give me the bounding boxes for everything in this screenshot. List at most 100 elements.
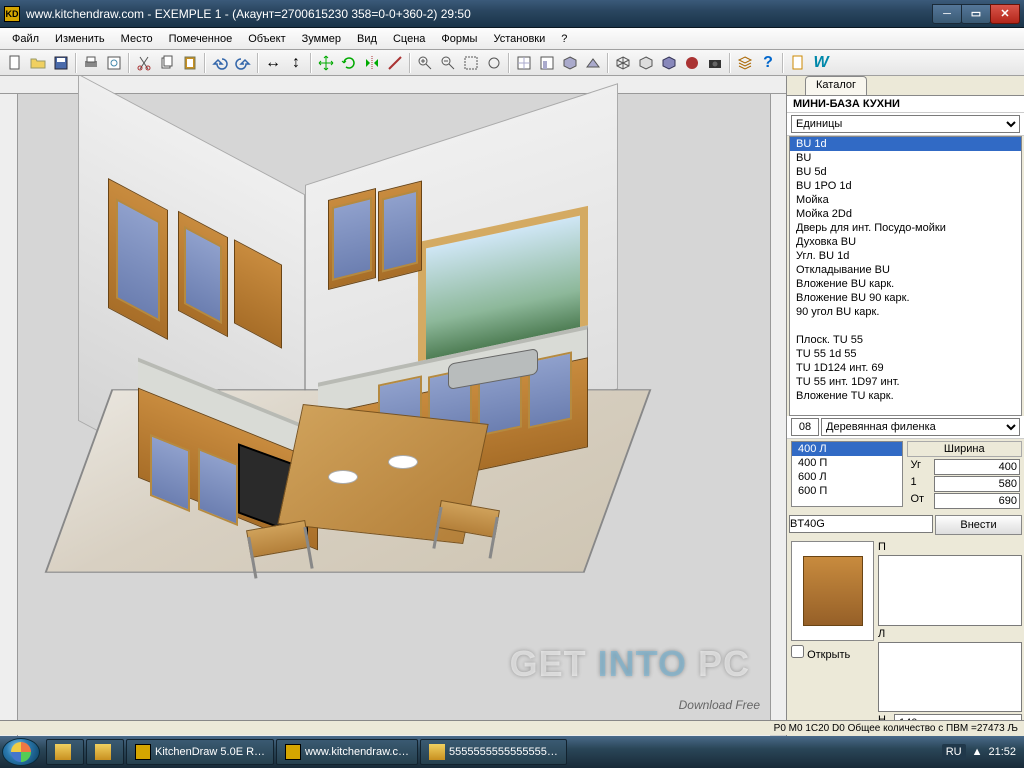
preview-icon[interactable] (103, 52, 125, 74)
language-indicator[interactable]: RU (942, 744, 966, 760)
taskbar-item[interactable] (86, 739, 124, 765)
catalog-item[interactable]: BU (790, 151, 1021, 165)
move-icon[interactable] (315, 52, 337, 74)
tab-catalog[interactable]: Каталог (805, 76, 867, 95)
camera-icon[interactable] (704, 52, 726, 74)
maximize-button[interactable]: ▭ (961, 4, 991, 24)
render-area[interactable]: GET INTO PC Download Free (18, 94, 770, 720)
finish-code-input[interactable] (791, 418, 819, 436)
scrollbar-vertical[interactable] (770, 94, 786, 720)
view-elevation-icon[interactable] (536, 52, 558, 74)
paste-icon[interactable] (179, 52, 201, 74)
open-checkbox[interactable]: Открыть (791, 649, 850, 661)
close-button[interactable]: ✕ (990, 4, 1020, 24)
taskbar-item[interactable]: KitchenDraw 5.0E R… (126, 739, 274, 765)
dim-ug-label: Уг (909, 459, 933, 475)
catalog-item[interactable]: BU 1PO 1d (790, 179, 1021, 193)
taskbar-item[interactable] (46, 739, 84, 765)
system-tray[interactable]: RU ▲ 21:52 (936, 744, 1022, 760)
catalog-item[interactable]: Откладывание BU (790, 263, 1021, 277)
catalog-item[interactable]: Дверь для инт. Посудо-мойки (790, 221, 1021, 235)
print-icon[interactable] (80, 52, 102, 74)
open-file-icon[interactable] (27, 52, 49, 74)
catalog-item[interactable]: Вложение BU 90 карк. (790, 291, 1021, 305)
catalog-item[interactable]: Мойка 2Dd (790, 207, 1021, 221)
zoom-out-icon[interactable] (437, 52, 459, 74)
menu-scene[interactable]: Сцена (385, 31, 433, 47)
render-shaded-icon[interactable] (658, 52, 680, 74)
size-item[interactable]: 400 П (792, 456, 902, 470)
window-titlebar: KD www.kitchendraw.com - EXEMPLE 1 - (Ак… (0, 0, 1024, 28)
help-icon[interactable]: ? (757, 52, 779, 74)
new-file-icon[interactable] (4, 52, 26, 74)
menu-view[interactable]: Вид (349, 31, 385, 47)
catalog-item[interactable]: Мойка (790, 193, 1021, 207)
menu-zoomer[interactable]: Зуммер (294, 31, 349, 47)
taskbar-item[interactable]: 5555555555555555… (420, 739, 567, 765)
view-plan-icon[interactable] (513, 52, 535, 74)
insert-button[interactable]: Внести (935, 515, 1022, 535)
catalog-item[interactable]: TU 55 инт. 1D97 инт. (790, 375, 1021, 389)
render-real-icon[interactable] (681, 52, 703, 74)
catalog-item[interactable]: Угл. BU 1d (790, 249, 1021, 263)
size-list[interactable]: 400 Л400 П600 Л600 П (791, 441, 903, 507)
measure-icon[interactable] (384, 52, 406, 74)
menu-object[interactable]: Объект (240, 31, 293, 47)
taskbar-item[interactable]: www.kitchendraw.c… (276, 739, 418, 765)
dim-1-input[interactable] (934, 476, 1021, 492)
size-item[interactable]: 600 Л (792, 470, 902, 484)
size-item[interactable]: 400 Л (792, 442, 902, 456)
catalog-item-list[interactable]: BU 1dBUBU 5dBU 1PO 1dМойкаМойка 2DdДверь… (789, 136, 1022, 416)
catalog-item[interactable]: BU 1d (790, 137, 1021, 151)
minimize-button[interactable]: ─ (932, 4, 962, 24)
tray-icon[interactable]: ▲ (972, 746, 983, 758)
field-p[interactable] (878, 555, 1022, 626)
doc-icon[interactable] (787, 52, 809, 74)
catalog-item[interactable] (790, 403, 1021, 416)
rotate-icon[interactable] (338, 52, 360, 74)
catalog-item[interactable]: Духовка BU (790, 235, 1021, 249)
render-hidden-icon[interactable] (635, 52, 657, 74)
size-item[interactable]: 600 П (792, 484, 902, 498)
mirror-icon[interactable] (361, 52, 383, 74)
save-icon[interactable] (50, 52, 72, 74)
copy-icon[interactable] (156, 52, 178, 74)
render-wire-icon[interactable] (612, 52, 634, 74)
menu-help[interactable]: ? (553, 31, 575, 47)
menu-edit[interactable]: Изменить (47, 31, 113, 47)
catalog-item[interactable]: TU 55 1d 55 (790, 347, 1021, 361)
viewport-3d[interactable]: GET INTO PC Download Free (0, 76, 786, 736)
catalog-item[interactable]: Вложение BU карк. (790, 277, 1021, 291)
dim-ot-input[interactable] (934, 493, 1021, 509)
dim-1-label: 1 (909, 476, 933, 492)
catalog-item[interactable]: Вложение TU карк. (790, 389, 1021, 403)
view-axon-icon[interactable] (559, 52, 581, 74)
dim-ug-input[interactable] (934, 459, 1021, 475)
zoom-in-icon[interactable] (414, 52, 436, 74)
menu-marked[interactable]: Помеченное (161, 31, 241, 47)
dimension-h-icon[interactable]: ↔ (262, 52, 284, 74)
web-icon[interactable]: W (810, 52, 832, 74)
finish-select[interactable]: Деревянная филенка (821, 418, 1020, 436)
menu-settings[interactable]: Установки (485, 31, 553, 47)
zoom-fit-icon[interactable] (483, 52, 505, 74)
zoom-window-icon[interactable] (460, 52, 482, 74)
catalog-item[interactable]: TU 1D124 инт. 69 (790, 361, 1021, 375)
redo-icon[interactable] (232, 52, 254, 74)
dimension-v-icon[interactable]: ↕ (285, 52, 307, 74)
menu-file[interactable]: Файл (4, 31, 47, 47)
view-perspective-icon[interactable] (582, 52, 604, 74)
start-button[interactable] (2, 738, 40, 766)
undo-icon[interactable] (209, 52, 231, 74)
catalog-item[interactable]: Плоск. TU 55 (790, 333, 1021, 347)
catalog-item[interactable]: BU 5d (790, 165, 1021, 179)
cut-icon[interactable] (133, 52, 155, 74)
menu-place[interactable]: Место (113, 31, 161, 47)
catalog-item[interactable] (790, 319, 1021, 333)
model-code-input[interactable] (789, 515, 933, 533)
catalog-item[interactable]: 90 угол BU карк. (790, 305, 1021, 319)
layers-icon[interactable] (734, 52, 756, 74)
field-l[interactable] (878, 642, 1022, 713)
menu-forms[interactable]: Формы (433, 31, 485, 47)
category-select[interactable]: Единицы (791, 115, 1020, 133)
